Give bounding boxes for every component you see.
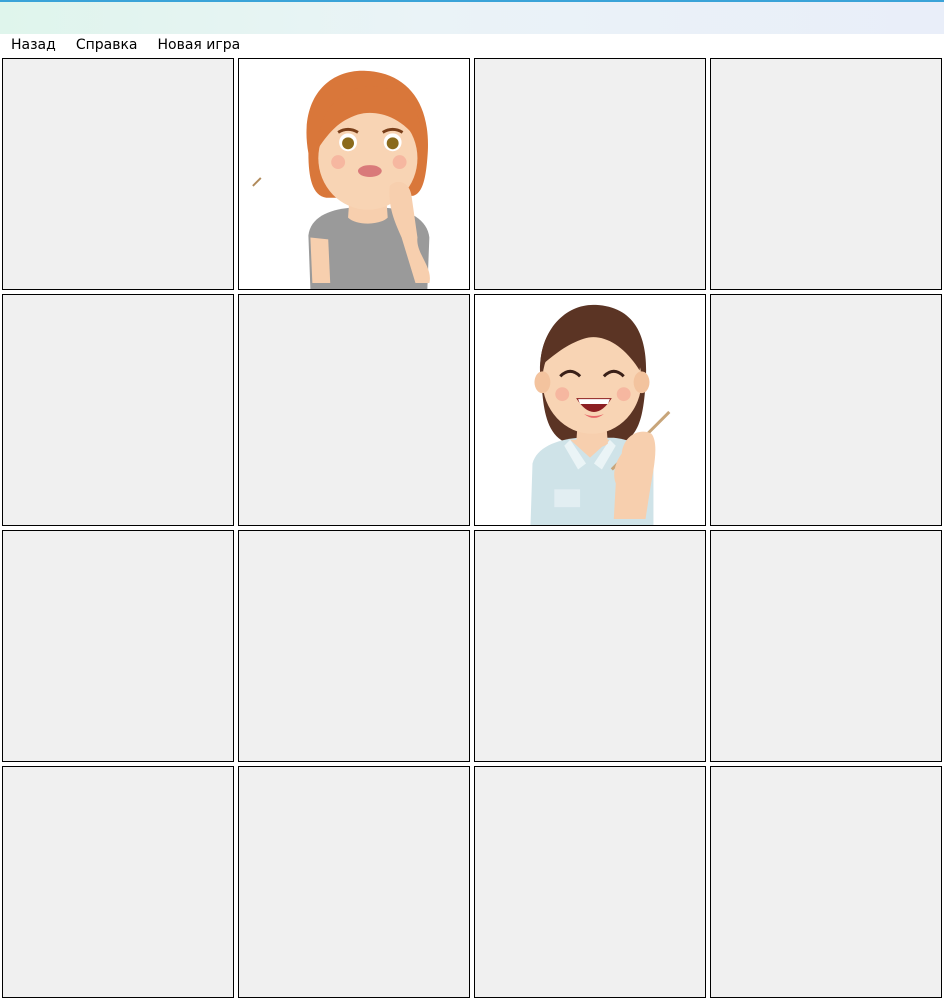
card-hidden[interactable] (2, 530, 234, 762)
card-hidden[interactable] (710, 766, 942, 998)
card-hidden[interactable] (474, 58, 706, 290)
menu-help[interactable]: Справка (67, 34, 147, 57)
card-hidden[interactable] (474, 766, 706, 998)
card-hidden[interactable] (238, 766, 470, 998)
woman-red-hair-icon (252, 70, 430, 289)
card-hidden[interactable] (2, 766, 234, 998)
card-revealed[interactable] (474, 294, 706, 526)
card-hidden[interactable] (238, 530, 470, 762)
card-hidden[interactable] (2, 58, 234, 290)
game-board (0, 57, 944, 1000)
woman-brown-hair-laughing-icon (530, 304, 671, 525)
card-hidden[interactable] (710, 58, 942, 290)
card-hidden[interactable] (2, 294, 234, 526)
card-revealed[interactable] (238, 58, 470, 290)
card-hidden[interactable] (474, 530, 706, 762)
menu-bar: Назад Справка Новая игра (0, 34, 944, 57)
window-title-bar[interactable] (0, 0, 944, 34)
menu-new-game[interactable]: Новая игра (149, 34, 250, 57)
card-hidden[interactable] (710, 530, 942, 762)
card-hidden[interactable] (238, 294, 470, 526)
card-hidden[interactable] (710, 294, 942, 526)
menu-back[interactable]: Назад (2, 34, 65, 57)
